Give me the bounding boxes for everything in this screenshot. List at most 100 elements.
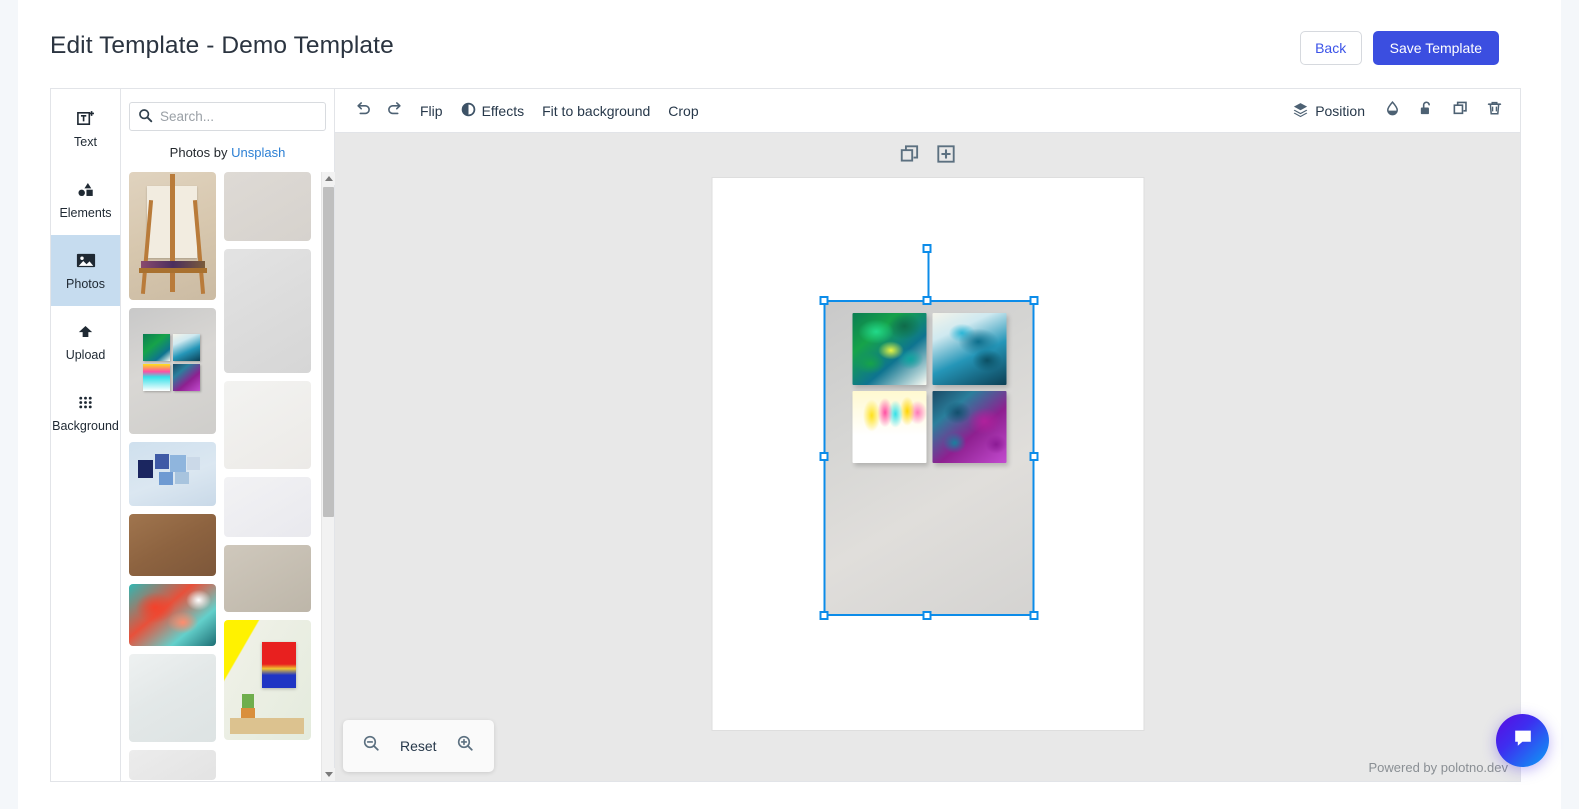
unlock-icon	[1418, 100, 1435, 122]
search-input[interactable]	[129, 102, 326, 131]
canvas-green-abstract	[852, 313, 926, 385]
powered-by-label: Powered by polotno.dev	[1368, 760, 1508, 775]
photo-thumb-light-gray-texture[interactable]	[129, 750, 216, 780]
photo-thumb-white-paper-plain[interactable]	[224, 381, 311, 469]
lock-button[interactable]	[1410, 96, 1442, 126]
position-label: Position	[1315, 102, 1365, 119]
canvas-area[interactable]: Reset Powered by polotno.dev	[335, 133, 1520, 781]
unsplash-credit: Photos by Unsplash	[129, 145, 326, 160]
unsplash-link[interactable]: Unsplash	[231, 145, 285, 160]
resize-handle-top-right[interactable]	[1029, 296, 1038, 305]
layers-icon	[1292, 101, 1309, 121]
sidebar-item-label: Text	[74, 134, 97, 149]
redo-button[interactable]	[379, 96, 411, 126]
scrollbar-down-arrow[interactable]	[322, 768, 335, 781]
zoom-out-icon	[362, 734, 381, 758]
save-template-button[interactable]: Save Template	[1372, 31, 1499, 65]
chat-support-button[interactable]	[1496, 714, 1549, 767]
scrollbar-thumb[interactable]	[323, 187, 334, 517]
photos-icon	[76, 251, 96, 270]
design-page[interactable]	[712, 178, 1143, 730]
flip-button[interactable]: Flip	[411, 96, 452, 126]
workspace: Text Elements Photos Upload Background S…	[50, 88, 1521, 782]
selected-image-element[interactable]	[823, 300, 1034, 616]
sidebar-item-label: Upload	[65, 347, 106, 362]
photo-thumb-white-crumpled-paper[interactable]	[129, 654, 216, 742]
canvas-yellow-pink-abstract	[852, 391, 926, 463]
chat-bubble-icon	[1511, 726, 1535, 755]
photo-thumb-blue-squares-wall[interactable]	[129, 442, 216, 506]
app-header: Edit Template - Demo Template Back Save …	[18, 0, 1561, 88]
app-root: Edit Template - Demo Template Back Save …	[18, 0, 1561, 809]
sidebar-tabs: Text Elements Photos Upload Background	[51, 89, 121, 781]
photo-panel-scrollbar[interactable]	[321, 172, 335, 781]
photo-thumb-white-linen-texture[interactable]	[224, 249, 311, 373]
upload-icon	[76, 322, 95, 341]
fit-to-background-button[interactable]: Fit to background	[533, 96, 659, 126]
photo-thumb-yellow-room-poster[interactable]	[224, 620, 311, 740]
rotate-handle[interactable]	[922, 244, 932, 253]
background-icon	[76, 393, 95, 412]
sidebar-item-background[interactable]: Background	[51, 377, 120, 448]
trash-icon	[1486, 100, 1503, 122]
add-page-icon[interactable]	[935, 143, 957, 165]
zoom-reset-button[interactable]: Reset	[391, 738, 446, 754]
artwork-canvas-group	[852, 313, 1008, 463]
sidebar-item-elements[interactable]: Elements	[51, 164, 120, 235]
photo-thumb-beige-paper-texture[interactable]	[224, 172, 311, 241]
scrollbar-up-arrow[interactable]	[322, 172, 335, 185]
photo-thumb-tan-canvas-texture[interactable]	[224, 545, 311, 612]
photo-column-left	[129, 172, 216, 780]
resize-handle-bottom-left[interactable]	[819, 611, 828, 620]
photo-thumb-red-teal-paint-swirl[interactable]	[129, 584, 216, 646]
zoom-out-button[interactable]	[355, 730, 387, 762]
canvas-purple-teal-abstract	[932, 391, 1006, 463]
duplicate-icon	[1452, 100, 1469, 122]
sidebar-item-text[interactable]: Text	[51, 93, 120, 164]
redo-icon	[386, 99, 404, 122]
search-field-wrapper	[129, 102, 326, 131]
resize-handle-top-left[interactable]	[819, 296, 828, 305]
sidebar-item-photos[interactable]: Photos	[51, 235, 120, 306]
back-button[interactable]: Back	[1299, 31, 1362, 65]
header-actions: Back Save Template	[1299, 31, 1499, 65]
undo-icon	[354, 99, 372, 122]
photo-thumb-white-plaster-texture[interactable]	[224, 477, 311, 537]
photo-thumb-easel-canvas[interactable]	[129, 172, 216, 300]
text-icon	[76, 109, 95, 128]
photo-column-right	[224, 172, 311, 780]
resize-handle-top-center[interactable]	[922, 296, 932, 305]
resize-handle-bottom-center[interactable]	[922, 611, 932, 620]
delete-button[interactable]	[1478, 96, 1510, 126]
element-toolbar: Flip Effects Fit to background Crop Posi…	[335, 89, 1520, 133]
duplicate-button[interactable]	[1444, 96, 1476, 126]
sidebar-item-upload[interactable]: Upload	[51, 306, 120, 377]
resize-handle-middle-right[interactable]	[1029, 452, 1038, 461]
duplicate-page-icon[interactable]	[899, 143, 921, 165]
sidebar-item-label: Background	[52, 418, 119, 433]
undo-button[interactable]	[347, 96, 379, 126]
crop-label: Crop	[668, 102, 699, 119]
elements-icon	[76, 180, 95, 199]
flip-label: Flip	[420, 102, 443, 119]
effects-button[interactable]: Effects	[452, 96, 534, 126]
crop-button[interactable]: Crop	[659, 96, 707, 126]
droplet-icon	[1384, 100, 1401, 122]
credit-prefix: Photos by	[169, 145, 232, 160]
photo-masonry	[129, 172, 311, 780]
zoom-controls: Reset	[343, 720, 494, 772]
photo-grid-scroll	[129, 172, 326, 781]
position-button[interactable]: Position	[1283, 96, 1374, 126]
page-title: Edit Template - Demo Template	[50, 32, 394, 59]
photo-thumb-four-abstract-canvases-wall[interactable]	[129, 308, 216, 434]
rotate-connector	[927, 250, 930, 302]
sidebar-item-label: Elements	[59, 205, 112, 220]
editor-area: Flip Effects Fit to background Crop Posi…	[335, 89, 1520, 781]
fit-to-background-label: Fit to background	[542, 102, 651, 119]
contrast-icon	[461, 102, 476, 120]
resize-handle-bottom-right[interactable]	[1029, 611, 1038, 620]
zoom-in-button[interactable]	[450, 730, 482, 762]
photo-thumb-brown-leather-texture[interactable]	[129, 514, 216, 576]
opacity-button[interactable]	[1376, 96, 1408, 126]
resize-handle-middle-left[interactable]	[819, 452, 828, 461]
